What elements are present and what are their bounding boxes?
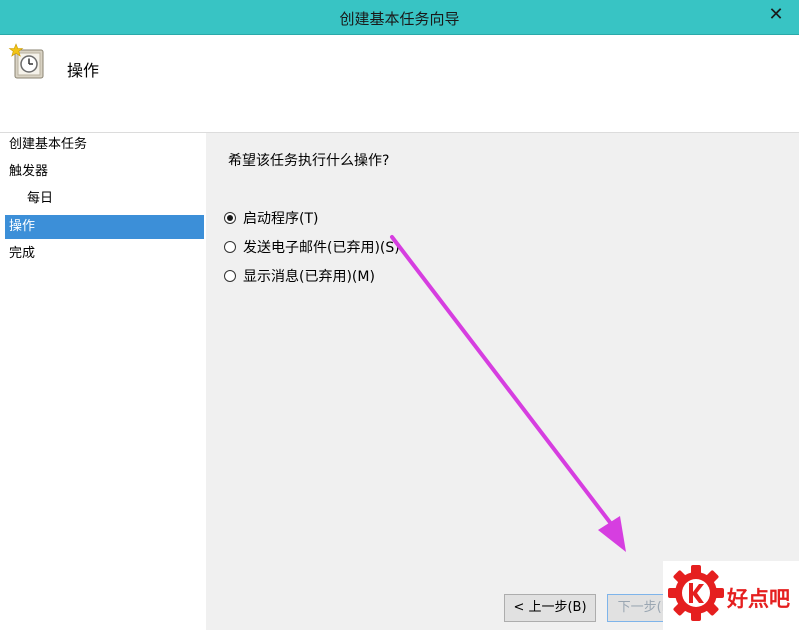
task-wizard-window: 创建基本任务向导 ✕ 操作 创建基本任务 触发器 每日 操作 完成 希望该任务执… <box>0 0 799 630</box>
sidebar-step-finish[interactable]: 完成 <box>5 242 204 266</box>
option-display-message[interactable]: 显示消息(已弃用)(M) <box>224 266 375 286</box>
wizard-header: 操作 <box>0 35 799 133</box>
radio-display-message[interactable] <box>224 270 236 282</box>
option-start-program[interactable]: 启动程序(T) <box>224 208 318 228</box>
radio-send-email[interactable] <box>224 241 236 253</box>
scheduled-task-clock-icon <box>8 43 44 79</box>
watermark-text: 好点吧 <box>727 587 790 611</box>
gear-logo-icon <box>668 565 724 621</box>
radio-start-program[interactable] <box>224 212 236 224</box>
window-title: 创建基本任务向导 <box>339 10 460 28</box>
watermark-logo: 好点吧 <box>663 561 799 630</box>
sidebar-step-action[interactable]: 操作 <box>5 215 204 239</box>
wizard-content: 希望该任务执行什么操作? 启动程序(T) 发送电子邮件(已弃用)(S) 显示消息… <box>207 133 799 630</box>
option-send-email[interactable]: 发送电子邮件(已弃用)(S) <box>224 237 400 257</box>
title-bar: 创建基本任务向导 ✕ <box>0 0 799 35</box>
sidebar-step-trigger[interactable]: 触发器 <box>5 160 204 184</box>
option-display-message-label: 显示消息(已弃用)(M) <box>243 269 375 285</box>
option-start-program-label: 启动程序(T) <box>243 211 319 227</box>
wizard-steps-sidebar: 创建基本任务 触发器 每日 操作 完成 <box>0 133 206 630</box>
sidebar-step-daily[interactable]: 每日 <box>5 187 204 211</box>
action-question: 希望该任务执行什么操作? <box>228 153 390 169</box>
page-heading: 操作 <box>67 61 100 80</box>
close-icon[interactable]: ✕ <box>765 4 787 26</box>
back-button[interactable]: < 上一步(B) <box>504 594 596 622</box>
option-send-email-label: 发送电子邮件(已弃用)(S) <box>243 240 400 256</box>
sidebar-step-create-basic-task[interactable]: 创建基本任务 <box>5 133 204 157</box>
